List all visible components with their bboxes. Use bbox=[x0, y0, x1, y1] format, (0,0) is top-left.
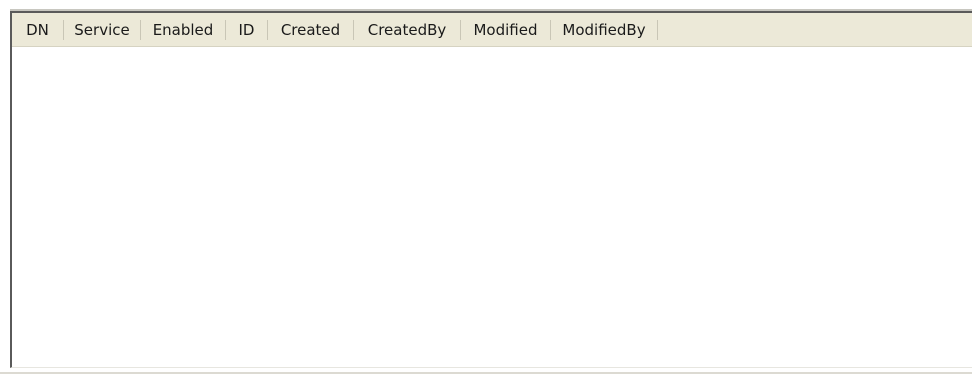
column-header-createdby[interactable]: CreatedBy bbox=[354, 19, 461, 40]
divider bbox=[0, 372, 972, 374]
column-header-modifiedby[interactable]: ModifiedBy bbox=[551, 19, 658, 40]
column-header-created[interactable]: Created bbox=[268, 19, 354, 40]
list-body[interactable] bbox=[12, 47, 972, 367]
column-header-dn[interactable]: DN bbox=[12, 19, 64, 40]
window-content: DN Service Enabled ID Created CreatedBy … bbox=[0, 0, 972, 379]
column-header-service[interactable]: Service bbox=[64, 19, 141, 40]
column-header-bar: DN Service Enabled ID Created CreatedBy … bbox=[12, 13, 972, 47]
column-header-modified[interactable]: Modified bbox=[461, 19, 551, 40]
column-header-enabled[interactable]: Enabled bbox=[141, 19, 226, 40]
column-header-id[interactable]: ID bbox=[226, 19, 268, 40]
list-view[interactable]: DN Service Enabled ID Created CreatedBy … bbox=[10, 9, 972, 368]
